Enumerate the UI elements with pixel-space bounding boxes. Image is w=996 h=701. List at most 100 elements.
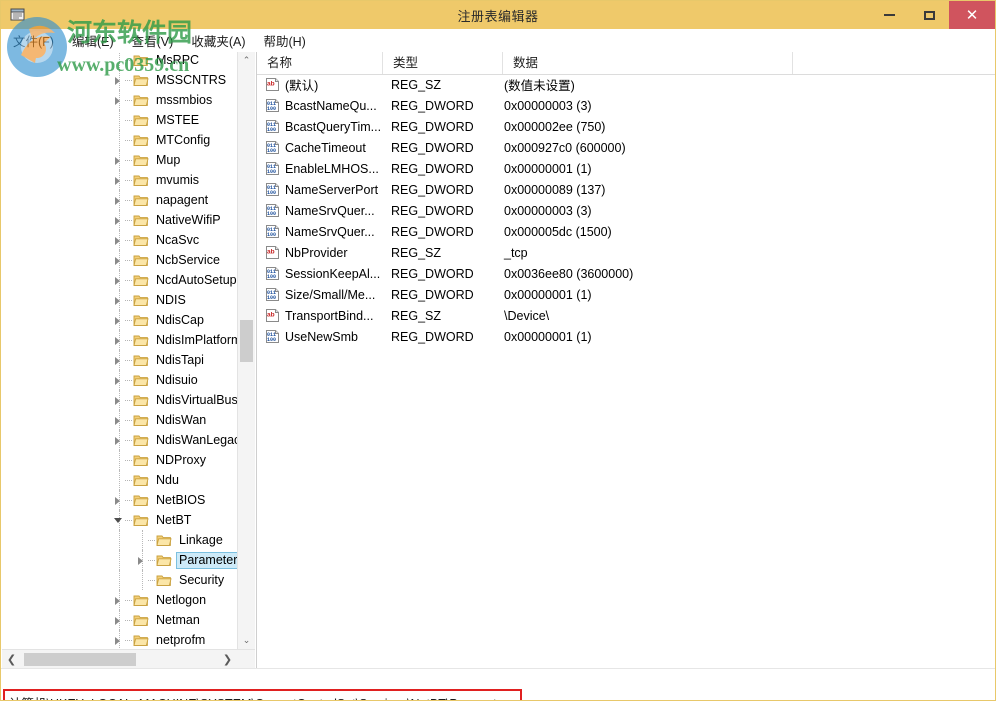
expand-arrow-icon[interactable] [112, 94, 125, 107]
tree-item-security[interactable]: Security [2, 570, 238, 590]
window-title: 注册表编辑器 [1, 6, 995, 25]
expand-arrow-icon[interactable] [112, 74, 125, 87]
expand-arrow-icon[interactable] [112, 494, 125, 507]
list-item[interactable]: 011100BcastQueryTim...REG_DWORD0x000002e… [257, 116, 995, 137]
scroll-up-icon[interactable]: ⌃ [238, 52, 255, 69]
list-item[interactable]: 011100Size/Small/Me...REG_DWORD0x0000000… [257, 284, 995, 305]
tree-item-napagent[interactable]: napagent [2, 190, 238, 210]
value-type-cell: REG_DWORD [391, 120, 474, 134]
expand-arrow-icon[interactable] [112, 394, 125, 407]
collapse-arrow-icon[interactable] [112, 514, 125, 527]
list-item[interactable]: abTransportBind...REG_SZ\Device\ [257, 305, 995, 326]
expand-arrow-icon[interactable] [112, 314, 125, 327]
expand-arrow-icon[interactable] [112, 294, 125, 307]
tree-item-label: netprofm [153, 632, 209, 649]
expand-arrow-icon[interactable] [112, 354, 125, 367]
tree-item-parameters[interactable]: Parameters [2, 550, 238, 570]
tree-item-ncdautosetup[interactable]: NcdAutoSetup [2, 270, 238, 290]
expand-arrow-icon[interactable] [112, 274, 125, 287]
tree-item-netprofm[interactable]: netprofm [2, 630, 238, 649]
expand-arrow-icon[interactable] [112, 234, 125, 247]
expand-arrow-icon[interactable] [112, 334, 125, 347]
tree-item-mssmbios[interactable]: mssmbios [2, 90, 238, 110]
maximize-button[interactable] [909, 1, 949, 29]
menu-item-favorites[interactable]: 收藏夹(A) [191, 29, 255, 52]
list-item[interactable]: abNbProviderREG_SZ_tcp [257, 242, 995, 263]
tree-item-ndis[interactable]: NDIS [2, 290, 238, 310]
svg-text:ab: ab [267, 312, 275, 319]
menu-item-file[interactable]: 文件(F) [13, 29, 64, 52]
value-name-cell: 011100NameSrvQuer... [265, 224, 390, 239]
tree-item-ncbservice[interactable]: NcbService [2, 250, 238, 270]
folder-icon [133, 153, 149, 167]
scroll-right-icon[interactable]: ❯ [218, 650, 237, 669]
registry-tree[interactable]: MsRPCMSSCNTRSmssmbiosMSTEEMTConfigMupmvu… [2, 52, 239, 649]
tree-item-ndistapi[interactable]: NdisTapi [2, 350, 238, 370]
tree-item-ndiswanlegacy[interactable]: NdisWanLegacy [2, 430, 238, 450]
expand-arrow-icon[interactable] [112, 434, 125, 447]
tree-item-netbt[interactable]: NetBT [2, 510, 238, 530]
expand-arrow-icon[interactable] [112, 254, 125, 267]
list-item[interactable]: 011100UseNewSmbREG_DWORD0x00000001 (1) [257, 326, 995, 347]
column-header-name[interactable]: 名称 [257, 52, 383, 74]
expand-arrow-icon[interactable] [112, 634, 125, 647]
menu-item-help[interactable]: 帮助(H) [263, 29, 315, 52]
minimize-button[interactable] [869, 1, 909, 29]
tree-item-netman[interactable]: Netman [2, 610, 238, 630]
string-value-icon: ab [265, 77, 280, 92]
tree-item-ndiscap[interactable]: NdisCap [2, 310, 238, 330]
expand-arrow-icon[interactable] [112, 174, 125, 187]
menu-item-view[interactable]: 查看(V) [132, 29, 184, 52]
expand-arrow-icon[interactable] [112, 614, 125, 627]
tree-item-label: NdisTapi [153, 352, 208, 369]
expand-arrow-icon[interactable] [135, 554, 148, 567]
close-icon: ✕ [966, 8, 979, 23]
list-item[interactable]: 011100CacheTimeoutREG_DWORD0x000927c0 (6… [257, 137, 995, 158]
tree-item-ndu[interactable]: Ndu [2, 470, 238, 490]
tree-item-msscntrs[interactable]: MSSCNTRS [2, 70, 238, 90]
expand-arrow-icon[interactable] [112, 154, 125, 167]
tree-item-ndisuio[interactable]: Ndisuio [2, 370, 238, 390]
tree-item-mup[interactable]: Mup [2, 150, 238, 170]
tree-item-msrpc[interactable]: MsRPC [2, 52, 238, 70]
tree-item-mtconfig[interactable]: MTConfig [2, 130, 238, 150]
list-item[interactable]: 011100NameSrvQuer...REG_DWORD0x000005dc … [257, 221, 995, 242]
expand-arrow-icon[interactable] [112, 414, 125, 427]
tree-horizontal-scroll-thumb[interactable] [24, 653, 136, 666]
list-item[interactable]: 011100BcastNameQu...REG_DWORD0x00000003 … [257, 95, 995, 116]
dword-value-icon: 011100 [265, 266, 280, 281]
column-header-type[interactable]: 类型 [383, 52, 503, 74]
tree-item-netlogon[interactable]: Netlogon [2, 590, 238, 610]
scroll-left-icon[interactable]: ❮ [2, 650, 21, 669]
tree-item-ncasvc[interactable]: NcaSvc [2, 230, 238, 250]
expand-arrow-icon[interactable] [112, 214, 125, 227]
tree-item-mstee[interactable]: MSTEE [2, 110, 238, 130]
tree-item-nativewifip[interactable]: NativeWifiP [2, 210, 238, 230]
tree-item-ndisvirtualbus[interactable]: NdisVirtualBus [2, 390, 238, 410]
expand-arrow-icon[interactable] [112, 194, 125, 207]
menu-item-edit[interactable]: 编辑(E) [72, 29, 124, 52]
tree-item-mvumis[interactable]: mvumis [2, 170, 238, 190]
minimize-icon [884, 14, 895, 16]
tree-item-ndisimplatform[interactable]: NdisImPlatform [2, 330, 238, 350]
list-item[interactable]: 011100NameServerPortREG_DWORD0x00000089 … [257, 179, 995, 200]
list-item[interactable]: 011100NameSrvQuer...REG_DWORD0x00000003 … [257, 200, 995, 221]
value-name-cell: abTransportBind... [265, 308, 390, 323]
list-item[interactable]: 011100SessionKeepAl...REG_DWORD0x0036ee8… [257, 263, 995, 284]
close-button[interactable]: ✕ [949, 1, 995, 29]
list-item[interactable]: ab(默认)REG_SZ(数值未设置) [257, 74, 995, 95]
scroll-down-icon[interactable]: ⌄ [238, 632, 255, 649]
folder-icon [133, 493, 149, 507]
column-header-data[interactable]: 数据 [503, 52, 793, 74]
tree-item-ndproxy[interactable]: NDProxy [2, 450, 238, 470]
list-item[interactable]: 011100EnableLMHOS...REG_DWORD0x00000001 … [257, 158, 995, 179]
tree-connector [125, 294, 133, 307]
tree-item-netbios[interactable]: NetBIOS [2, 490, 238, 510]
tree-item-ndiswan[interactable]: NdisWan [2, 410, 238, 430]
tree-vertical-scrollbar[interactable]: ⌃ ⌄ [237, 52, 255, 649]
tree-item-linkage[interactable]: Linkage [2, 530, 238, 550]
expand-arrow-icon[interactable] [112, 594, 125, 607]
expand-arrow-icon[interactable] [112, 374, 125, 387]
tree-horizontal-scrollbar[interactable]: ❮ ❯ [2, 649, 255, 669]
tree-vertical-scroll-thumb[interactable] [240, 320, 253, 362]
